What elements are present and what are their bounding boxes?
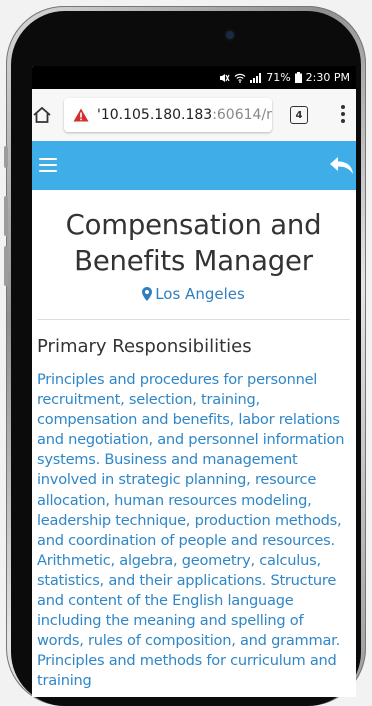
responsibilities-text: Principles and procedures for personnel … xyxy=(37,371,345,690)
hamburger-menu-icon[interactable] xyxy=(39,158,57,172)
job-location-label: Los Angeles xyxy=(155,285,245,303)
address-bar[interactable]: '10.105.180.183:60614/r xyxy=(64,98,272,132)
status-bar: 71% 2:30 PM xyxy=(32,66,356,89)
clock: 2:30 PM xyxy=(305,71,350,84)
url-port: :60614/r xyxy=(212,107,272,123)
browser-toolbar: '10.105.180.183:60614/r 4 xyxy=(32,89,356,141)
battery-percent: 71% xyxy=(266,71,291,84)
job-content: Compensation and Benefits Manager Los An… xyxy=(32,207,356,692)
job-location: Los Angeles xyxy=(37,285,350,307)
mute-icon xyxy=(220,73,230,82)
home-icon[interactable] xyxy=(32,105,52,125)
url-host: '10.105.180.183 xyxy=(97,107,213,123)
divider xyxy=(37,319,350,320)
url-text: '10.105.180.183:60614/r xyxy=(97,107,272,123)
side-button xyxy=(4,146,8,168)
battery-icon xyxy=(294,72,302,83)
browser-menu-icon[interactable] xyxy=(340,105,346,125)
job-title: Compensation and Benefits Manager xyxy=(65,209,322,277)
signal-icon xyxy=(250,72,262,83)
volume-down-button xyxy=(4,246,8,286)
wifi-icon xyxy=(234,73,246,83)
app-bar xyxy=(32,141,356,190)
back-arrow-icon[interactable] xyxy=(326,154,356,176)
map-pin-icon xyxy=(142,287,153,301)
volume-up-button xyxy=(4,196,8,236)
warning-icon xyxy=(73,108,89,122)
section-heading: Primary Responsibilities xyxy=(37,336,252,357)
front-camera xyxy=(226,31,234,39)
screen: 71% 2:30 PM '10.105.180.183:60614/r 4 Co… xyxy=(32,66,356,697)
tab-switcher-button[interactable]: 4 xyxy=(290,106,308,124)
